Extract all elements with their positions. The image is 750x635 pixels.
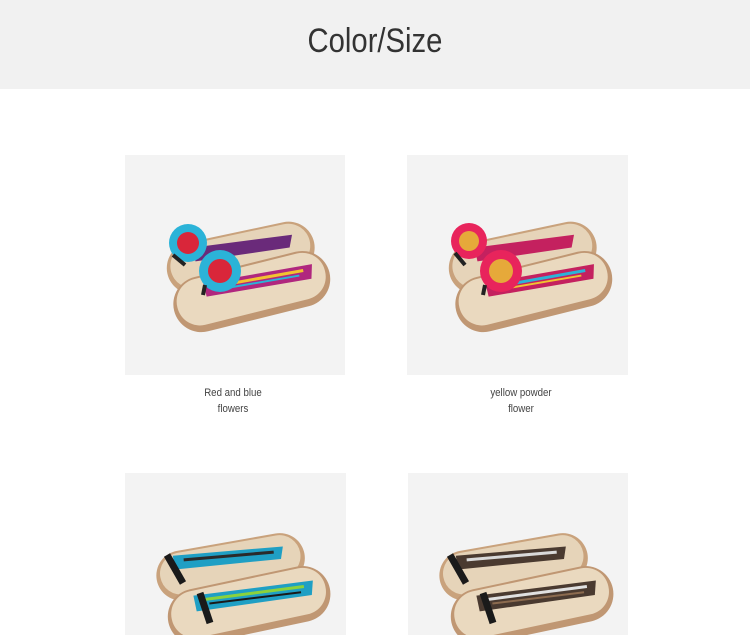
product-caption: yellow powder flower [423,385,618,417]
page-title: Color/Size [307,22,443,60]
caption-line-1: yellow powder [490,387,552,399]
product-image-blue-stripe[interactable] [125,473,346,635]
caption-line-1: Red and blue [204,387,262,399]
header-bar: Color/Size [0,0,750,89]
product-image-red-blue-flowers[interactable] [125,155,345,375]
product-image-yellow-powder-flower[interactable] [407,155,628,375]
caption-line-2: flowers [217,403,249,415]
caption-line-2: flower [508,403,534,415]
product-caption: Red and blue flowers [135,385,330,417]
product-image-brown-stripe[interactable] [408,473,628,635]
